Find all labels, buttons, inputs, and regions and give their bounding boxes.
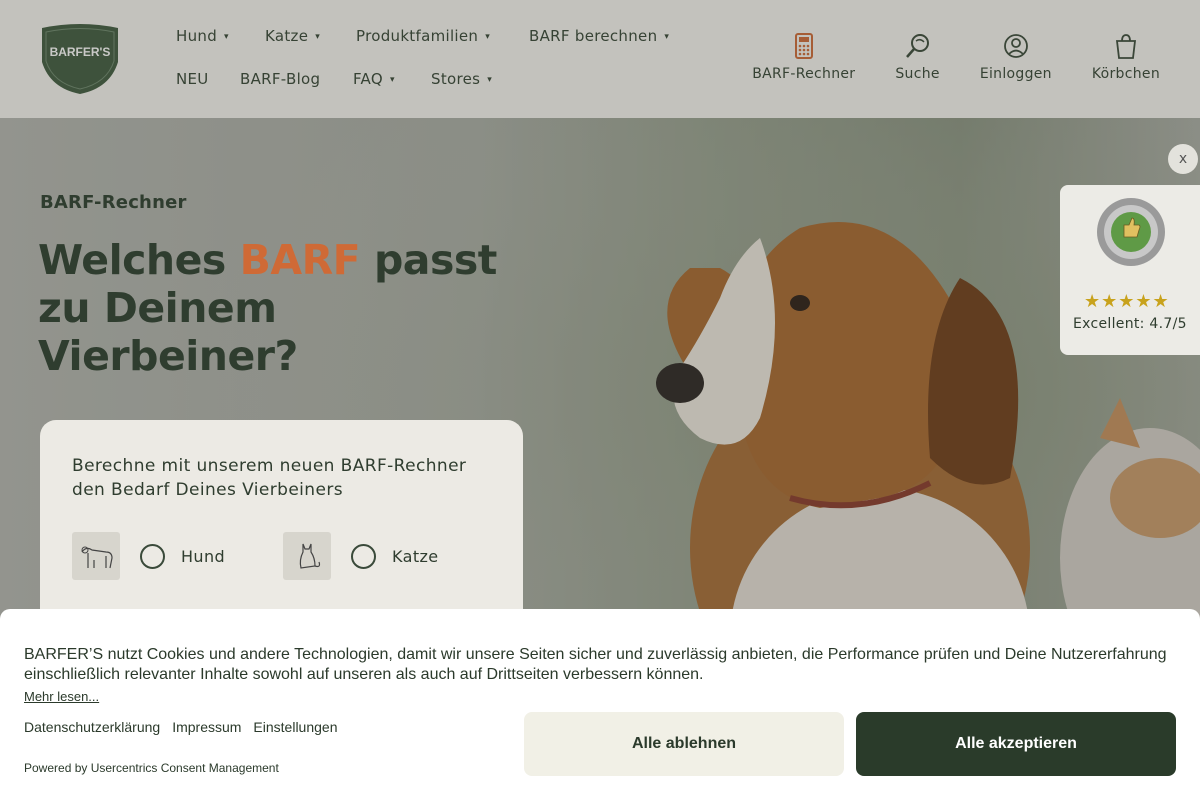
login-button[interactable]: Einloggen [980, 32, 1052, 82]
chevron-down-icon: ▾ [389, 75, 395, 85]
headline-part: Welches [38, 236, 240, 284]
nav-item-hund[interactable]: Hund ▾ [176, 27, 265, 45]
accept-all-button[interactable]: Alle akzeptieren [856, 712, 1176, 776]
barf-rechner-button[interactable]: BARF-Rechner [752, 32, 855, 82]
dog-icon [72, 532, 120, 580]
calculator-intro: Berechne mit unserem neuen BARF-Rechner … [72, 456, 467, 500]
radio-hund[interactable] [140, 543, 165, 569]
calculator-icon [794, 33, 813, 59]
search-button[interactable]: Suche [895, 32, 940, 82]
pet-label: Katze [392, 546, 439, 566]
read-more-link[interactable]: Mehr lesen... [24, 689, 99, 704]
radio-katze[interactable] [351, 543, 376, 569]
ekomi-award-badge[interactable]: ★★★★★ Excellent: 4.7/5 [1060, 185, 1200, 355]
barfers-logo[interactable]: BARFER'S [40, 24, 120, 94]
svg-text:BARFER'S: BARFER'S [50, 45, 111, 59]
tool-label: Suche [895, 66, 940, 82]
cat-icon [283, 532, 331, 580]
nav-item-katze[interactable]: Katze ▾ [265, 27, 356, 45]
rating-stars: ★★★★★ [1084, 291, 1170, 312]
basket-button[interactable]: Körbchen [1092, 32, 1160, 82]
hero-headline: Welches BARF passt zu Deinem Vierbeiner? [38, 236, 538, 380]
nav-item-neu[interactable]: NEU [176, 70, 240, 88]
cookie-consent-banner: BARFER’S nutzt Cookies und andere Techno… [0, 609, 1200, 800]
powered-by[interactable]: Powered by Usercentrics Consent Manageme… [24, 761, 279, 775]
nav-item-barf-blog[interactable]: BARF-Blog [240, 70, 353, 88]
tool-label: BARF-Rechner [752, 66, 856, 82]
chevron-down-icon: ▾ [315, 32, 321, 42]
chevron-down-icon: ▾ [664, 32, 670, 42]
nav-item-barf-berechnen[interactable]: BARF berechnen ▾ [529, 27, 669, 45]
site-header: BARFER'S Hund ▾ Katze ▾ Produktfamilien ▾ B… [0, 0, 1200, 118]
cookie-text: BARFER’S nutzt Cookies und andere Techno… [24, 646, 1167, 683]
tool-label: Einloggen [979, 66, 1052, 82]
rating-text: Excellent: 4.7/5 [1073, 316, 1187, 332]
nav-item-faq[interactable]: FAQ ▾ [353, 70, 431, 88]
chevron-down-icon: ▾ [485, 32, 491, 42]
headline-accent: BARF [239, 236, 361, 284]
user-icon [1003, 34, 1028, 58]
chevron-down-icon: ▾ [224, 32, 229, 42]
logo-icon: BARFER'S [42, 24, 118, 94]
nav-item-produktfamilien[interactable]: Produktfamilien ▾ [356, 27, 529, 45]
decline-all-button[interactable]: Alle ablehnen [524, 712, 844, 776]
main-navigation: Hund ▾ Katze ▾ Produktfamilien ▾ BARF berec… [176, 22, 669, 93]
badge-close-button[interactable]: x [1168, 144, 1198, 174]
pet-label: Hund [181, 546, 226, 566]
cookie-links: Datenschutzerklärung Impressum Einstellu… [24, 719, 349, 735]
settings-link[interactable]: Einstellungen [253, 719, 337, 735]
chevron-down-icon: ▾ [487, 75, 493, 85]
hero-eyebrow: BARF-Rechner [40, 192, 187, 213]
pet-option-katze[interactable]: Katze [283, 532, 439, 580]
pet-option-hund[interactable]: Hund [72, 532, 225, 580]
award-seal-icon [1097, 198, 1165, 266]
header-tools: BARF-Rechner Suche Einloggen Körbchen [752, 32, 1160, 82]
search-icon [905, 34, 929, 58]
privacy-link[interactable]: Datenschutzerklärung [24, 719, 160, 735]
nav-item-stores[interactable]: Stores ▾ [431, 70, 492, 88]
imprint-link[interactable]: Impressum [172, 719, 241, 735]
tool-label: Körbchen [1091, 66, 1160, 82]
basket-icon [1115, 34, 1136, 59]
